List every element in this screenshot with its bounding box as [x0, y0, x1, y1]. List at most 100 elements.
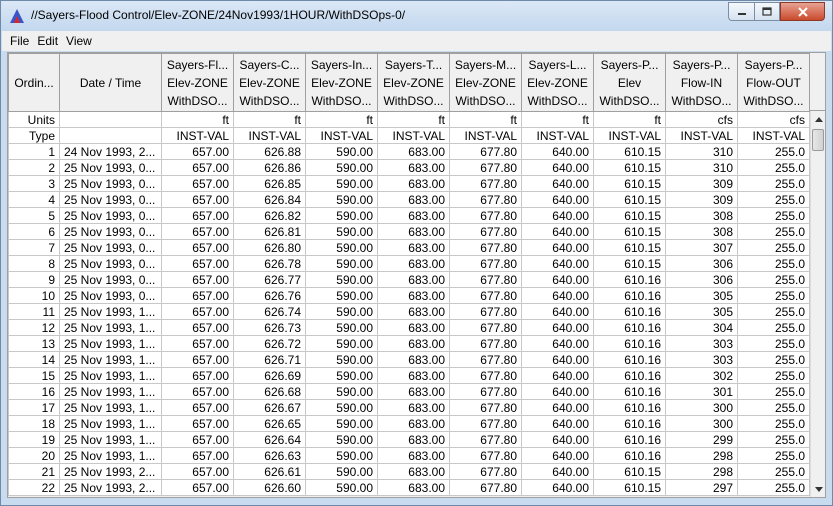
value-cell[interactable]: 683.00	[377, 223, 450, 240]
scroll-up-button[interactable]	[811, 111, 826, 127]
value-cell[interactable]: 683.00	[377, 159, 450, 176]
value-cell[interactable]: 610.16	[593, 287, 666, 304]
value-cell[interactable]: 640.00	[521, 399, 594, 416]
value-cell[interactable]: 677.80	[449, 255, 522, 272]
value-cell[interactable]: 683.00	[377, 383, 450, 400]
value-cell[interactable]: 657.00	[161, 303, 234, 320]
close-button[interactable]	[780, 2, 825, 21]
value-cell[interactable]: 626.86	[233, 159, 306, 176]
value-cell[interactable]: 677.80	[449, 367, 522, 384]
column-header[interactable]: Sayers-L... Elev-ZONE WithDSO...	[521, 53, 594, 112]
units-cell[interactable]: ft	[377, 111, 450, 128]
value-cell[interactable]: 590.00	[305, 143, 378, 160]
value-cell[interactable]: 590.00	[305, 351, 378, 368]
value-cell[interactable]: 657.00	[161, 335, 234, 352]
value-cell[interactable]: 610.15	[593, 175, 666, 192]
menu-file[interactable]: File	[6, 34, 33, 48]
value-cell[interactable]: 683.00	[377, 143, 450, 160]
column-header[interactable]: Sayers-M... Elev-ZONE WithDSO...	[449, 53, 522, 112]
value-cell[interactable]: 610.15	[593, 463, 666, 480]
ordinal-cell[interactable]: 16	[8, 383, 60, 400]
value-cell[interactable]: 255.0	[737, 447, 810, 464]
value-cell[interactable]: 626.73	[233, 319, 306, 336]
value-cell[interactable]: 590.00	[305, 479, 378, 496]
value-cell[interactable]: 677.80	[449, 175, 522, 192]
table-row[interactable]: 19 25 Nov 1993, 1... 657.00 626.64 590.00 683…	[8, 431, 810, 448]
value-cell[interactable]: 255.0	[737, 303, 810, 320]
table-row[interactable]: 4 25 Nov 1993, 0... 657.00 626.84 590.00 683.…	[8, 191, 810, 208]
ordinal-cell[interactable]: 10	[8, 287, 60, 304]
value-cell[interactable]: 683.00	[377, 415, 450, 432]
value-cell[interactable]: 610.16	[593, 415, 666, 432]
value-cell[interactable]: 297	[665, 479, 738, 496]
value-cell[interactable]: 626.61	[233, 463, 306, 480]
value-cell[interactable]: 310	[665, 143, 738, 160]
value-cell[interactable]: 255.0	[737, 415, 810, 432]
value-cell[interactable]: 640.00	[521, 415, 594, 432]
value-cell[interactable]: 683.00	[377, 335, 450, 352]
value-cell[interactable]: 255.0	[737, 223, 810, 240]
value-cell[interactable]: 640.00	[521, 367, 594, 384]
ordinal-cell[interactable]: 1	[8, 143, 60, 160]
value-cell[interactable]: 610.16	[593, 335, 666, 352]
value-cell[interactable]: 657.00	[161, 191, 234, 208]
table-row[interactable]: 22 25 Nov 1993, 2... 657.00 626.60 590.00 683…	[8, 479, 810, 496]
column-header[interactable]: Sayers-T... Elev-ZONE WithDSO...	[377, 53, 450, 112]
date-cell[interactable]: 25 Nov 1993, 1...	[59, 383, 162, 400]
value-cell[interactable]: 677.80	[449, 335, 522, 352]
value-cell[interactable]: 305	[665, 303, 738, 320]
minimize-button[interactable]	[728, 2, 754, 21]
value-cell[interactable]: 626.68	[233, 383, 306, 400]
value-cell[interactable]: 610.16	[593, 399, 666, 416]
value-cell[interactable]: 255.0	[737, 271, 810, 288]
ordinal-cell[interactable]: 14	[8, 351, 60, 368]
value-cell[interactable]: 657.00	[161, 479, 234, 496]
date-cell[interactable]: 25 Nov 1993, 1...	[59, 431, 162, 448]
table-row[interactable]: 8 25 Nov 1993, 0... 657.00 626.78 590.00 683.…	[8, 255, 810, 272]
type-cell[interactable]: INST-VAL	[665, 127, 738, 144]
date-cell[interactable]: 25 Nov 1993, 1...	[59, 447, 162, 464]
vertical-scrollbar[interactable]	[810, 111, 825, 497]
date-cell[interactable]: 25 Nov 1993, 0...	[59, 207, 162, 224]
ordinal-cell[interactable]: 3	[8, 175, 60, 192]
units-cell[interactable]: ft	[161, 111, 234, 128]
value-cell[interactable]: 255.0	[737, 159, 810, 176]
value-cell[interactable]: 307	[665, 239, 738, 256]
type-cell[interactable]: INST-VAL	[377, 127, 450, 144]
value-cell[interactable]: 640.00	[521, 431, 594, 448]
value-cell[interactable]: 590.00	[305, 319, 378, 336]
ordinal-cell[interactable]: 12	[8, 319, 60, 336]
date-cell[interactable]: 25 Nov 1993, 0...	[59, 223, 162, 240]
value-cell[interactable]: 683.00	[377, 255, 450, 272]
value-cell[interactable]: 305	[665, 287, 738, 304]
value-cell[interactable]: 657.00	[161, 239, 234, 256]
maximize-button[interactable]	[754, 2, 780, 21]
ordinal-cell[interactable]: 18	[8, 415, 60, 432]
value-cell[interactable]: 657.00	[161, 367, 234, 384]
value-cell[interactable]: 626.88	[233, 143, 306, 160]
ordinal-cell[interactable]: 5	[8, 207, 60, 224]
value-cell[interactable]: 255.0	[737, 191, 810, 208]
value-cell[interactable]: 306	[665, 271, 738, 288]
value-cell[interactable]: 301	[665, 383, 738, 400]
value-cell[interactable]: 255.0	[737, 319, 810, 336]
value-cell[interactable]: 683.00	[377, 479, 450, 496]
value-cell[interactable]: 640.00	[521, 175, 594, 192]
date-cell[interactable]: 25 Nov 1993, 0...	[59, 159, 162, 176]
ordinal-cell[interactable]: 13	[8, 335, 60, 352]
value-cell[interactable]: 590.00	[305, 271, 378, 288]
value-cell[interactable]: 590.00	[305, 239, 378, 256]
value-cell[interactable]: 610.15	[593, 479, 666, 496]
value-cell[interactable]: 677.80	[449, 223, 522, 240]
value-cell[interactable]: 610.15	[593, 223, 666, 240]
value-cell[interactable]: 677.80	[449, 191, 522, 208]
column-header[interactable]: Sayers-P... Flow-IN WithDSO...	[665, 53, 738, 112]
value-cell[interactable]: 590.00	[305, 399, 378, 416]
value-cell[interactable]: 610.15	[593, 143, 666, 160]
value-cell[interactable]: 640.00	[521, 223, 594, 240]
table-row[interactable]: 1 24 Nov 1993, 2... 657.00 626.88 590.00 683.…	[8, 143, 810, 160]
value-cell[interactable]: 677.80	[449, 271, 522, 288]
value-cell[interactable]: 626.77	[233, 271, 306, 288]
type-cell[interactable]: INST-VAL	[449, 127, 522, 144]
value-cell[interactable]: 255.0	[737, 463, 810, 480]
